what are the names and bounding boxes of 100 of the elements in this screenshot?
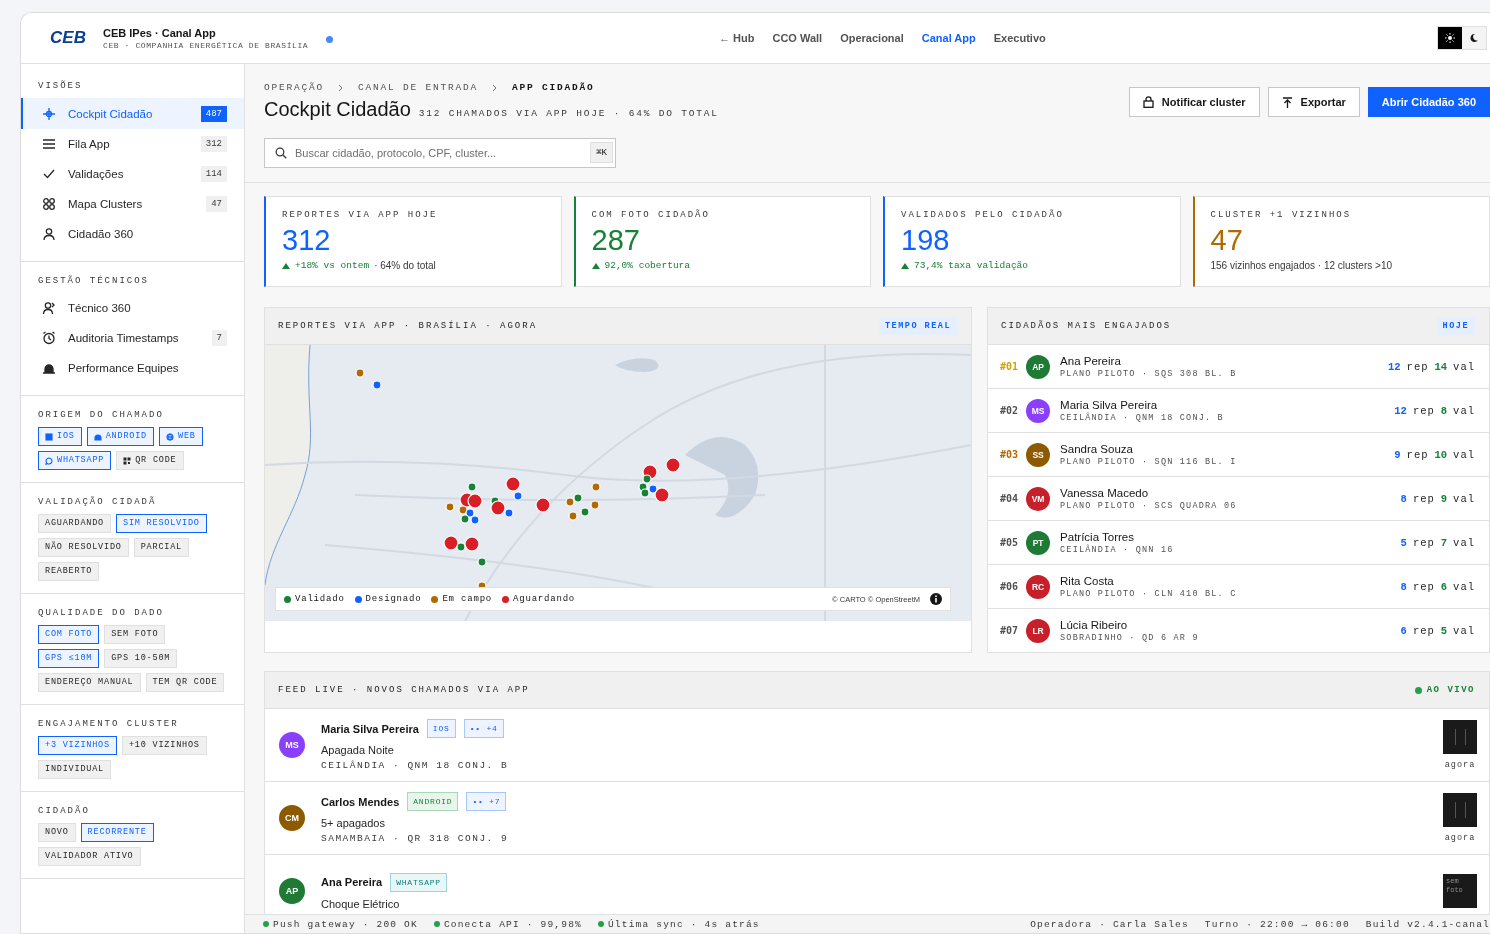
- filter-chip[interactable]: +3 VIZINHOS: [38, 736, 117, 755]
- panel-title: REPORTES VIA APP · BRASÍLIA · AGORA: [278, 321, 538, 331]
- filter-chip[interactable]: SIM RESOLVIDO: [116, 514, 207, 533]
- val-count: 9: [1440, 492, 1448, 505]
- ranking-row[interactable]: #03 SS Sandra Souza PLANO PILOTO · SQN 116 BL. I 9 rep 10 val: [988, 433, 1489, 477]
- count-badge: 487: [200, 105, 227, 122]
- rep-unit: rep: [1412, 492, 1435, 505]
- ranking-row[interactable]: #01 AP Ana Pereira PLANO PILOTO · SQS 308 BL. B 12 rep 14 val: [988, 345, 1489, 389]
- kpi-value: 198: [901, 225, 951, 255]
- rep-count: 8: [1400, 492, 1407, 505]
- val-unit: val: [1453, 580, 1475, 593]
- kpi-label: COM FOTO CIDADÃO: [591, 210, 711, 220]
- sun-button[interactable]: [1438, 27, 1462, 49]
- avatar: MS: [279, 732, 305, 758]
- feed-row[interactable]: CM Carlos Mendes ANDROID •• +7 5+ apagados SAMAMBAIA · QR 318 CONJ. 9 agora: [265, 782, 1489, 855]
- open-button[interactable]: Abrir Cidadão 360: [1367, 87, 1490, 117]
- filter-chip[interactable]: GPS ≤10M: [38, 649, 100, 668]
- rank-label: #04: [1000, 493, 1019, 504]
- rep-count: 12: [1387, 360, 1401, 373]
- avatar: CM: [279, 805, 305, 831]
- sidebar-item[interactable]: Cockpit Cidadão 487: [21, 98, 244, 129]
- nav-link[interactable]: Executivo: [993, 32, 1046, 44]
- rank-label: #02: [1000, 405, 1019, 416]
- filter-chip[interactable]: AGUARDANDO: [38, 514, 111, 533]
- legend-label: Em campo: [442, 594, 493, 604]
- kpi-value: 287: [591, 225, 641, 255]
- filter-chip[interactable]: WHATSAPP: [38, 451, 112, 470]
- rep-count: 6: [1400, 624, 1407, 637]
- sidebar-item[interactable]: Fila App 312: [21, 129, 244, 159]
- citizen-name: Ana Pereira: [321, 876, 383, 888]
- sidebar-item[interactable]: Técnico 360: [21, 293, 244, 323]
- sidebar-item[interactable]: Cidadão 360: [21, 219, 244, 249]
- val-unit: val: [1453, 404, 1475, 417]
- notify-button[interactable]: Notificar cluster: [1128, 87, 1260, 117]
- rank-label: #01: [1000, 361, 1019, 372]
- sidebar-item[interactable]: Validações 114: [21, 159, 244, 189]
- val-count: 6: [1440, 580, 1448, 593]
- kpi-value: 312: [282, 225, 332, 255]
- filter-chip[interactable]: REABERTO: [38, 562, 100, 581]
- kpi-delta: +18% vs ontem: [295, 260, 370, 271]
- status-text: Operadora · Carla Sales: [1030, 918, 1189, 930]
- filter-chip[interactable]: IOS: [38, 427, 82, 446]
- rep-unit: rep: [1412, 404, 1435, 417]
- nav-link[interactable]: Operacional: [840, 32, 904, 44]
- feed-row[interactable]: MS Maria Silva Pereira IOS •• +4 Apagada Noite CEILÂNDIA · QNM 18 CONJ. B agora: [265, 709, 1489, 782]
- ranking-row[interactable]: #07 LR Lúcia Ribeiro SOBRADINHO · QD 6 AR 9 6 rep 5 val: [988, 609, 1489, 652]
- period-badge: HOJE: [1436, 317, 1475, 335]
- filter-chip[interactable]: ENDEREÇO MANUAL: [38, 673, 141, 692]
- moon-button[interactable]: [1462, 27, 1486, 49]
- ranking-row[interactable]: #02 MS Maria Silva Pereira CEILÂNDIA · QNM 18 CONJ. B 12 rep 8 val: [988, 389, 1489, 433]
- up-arrow-icon: [901, 262, 909, 269]
- citizen-location: PLANO PILOTO · CLN 410 BL. C: [1060, 588, 1238, 599]
- info-icon[interactable]: [930, 593, 942, 605]
- ranking-row[interactable]: #05 PT Patrícia Torres CEILÂNDIA · QNN 16 5 rep 7 val: [988, 521, 1489, 565]
- section-title: QUALIDADE DO DADO: [37, 608, 165, 618]
- val-unit: val: [1453, 448, 1475, 461]
- count-badge: 47: [206, 196, 227, 212]
- filter-chip[interactable]: TEM QR CODE: [145, 673, 225, 692]
- status-dot: [263, 921, 269, 927]
- filter-chip[interactable]: GPS 10-50M: [104, 649, 178, 668]
- filter-chip[interactable]: ANDROID: [86, 427, 154, 446]
- ranking-row[interactable]: #06 RC Rita Costa PLANO PILOTO · CLN 410 BL. C 8 rep 6 val: [988, 565, 1489, 609]
- ranking-row[interactable]: #04 VM Vanessa Macedo PLANO PILOTO · SCS QUADRA 06 8 rep 9 val: [988, 477, 1489, 521]
- filter-chip[interactable]: NÃO RESOLVIDO: [38, 538, 129, 557]
- citizen-location: PLANO PILOTO · SQN 116 BL. I: [1060, 456, 1238, 467]
- citizen-location: PLANO PILOTO · SCS QUADRA 06: [1060, 500, 1238, 511]
- report-description: Choque Elétrico: [321, 897, 401, 910]
- legend-label: Aguardando: [513, 594, 576, 604]
- sidebar-item[interactable]: Performance Equipes: [21, 353, 244, 383]
- filter-chip[interactable]: +10 VIZINHOS: [121, 736, 207, 755]
- up-arrow-icon: [282, 262, 290, 269]
- filter-chip[interactable]: PARCIAL: [133, 538, 190, 557]
- shortcut-key: ⌘K: [590, 142, 613, 163]
- rep-unit: rep: [1412, 580, 1435, 593]
- filter-chip[interactable]: NOVO: [38, 823, 76, 842]
- filter-chip[interactable]: WEB: [159, 427, 203, 446]
- kpi-note: 156 vizinhos engajados · 12 clusters >10: [1210, 260, 1392, 271]
- report-time: agora: [1444, 833, 1476, 843]
- filter-chip[interactable]: RECORRENTE: [80, 823, 154, 842]
- filter-chip[interactable]: SEM FOTO: [104, 625, 166, 644]
- filter-chip[interactable]: COM FOTO: [38, 625, 100, 644]
- filter-chip[interactable]: QR CODE: [116, 451, 184, 470]
- avatar: MS: [1026, 398, 1051, 423]
- nav-link[interactable]: ← Hub: [719, 32, 755, 44]
- sidebar-item[interactable]: Mapa Clusters 47: [21, 189, 244, 219]
- val-count: 14: [1434, 360, 1448, 373]
- count-badge: 312: [200, 136, 227, 152]
- nav-link[interactable]: Canal App: [921, 32, 976, 44]
- filter-chip[interactable]: INDIVIDUAL: [38, 760, 111, 779]
- breadcrumb-item[interactable]: OPERAÇÃO: [264, 82, 324, 93]
- circles-icon: [42, 197, 56, 211]
- filter-chip[interactable]: VALIDADOR ATIVO: [38, 847, 141, 866]
- breadcrumb-item[interactable]: CANAL DE ENTRADA: [358, 82, 479, 93]
- sidebar-item[interactable]: Auditoria Timestamps 7: [21, 323, 244, 353]
- val-unit: val: [1453, 492, 1475, 505]
- citizen-name: Maria Silva Pereira: [321, 722, 419, 735]
- source-tag: IOS: [426, 719, 456, 738]
- report-time: agora: [1444, 760, 1476, 770]
- nav-link[interactable]: CCO Wall: [772, 32, 823, 44]
- export-button[interactable]: Exportar: [1267, 87, 1360, 117]
